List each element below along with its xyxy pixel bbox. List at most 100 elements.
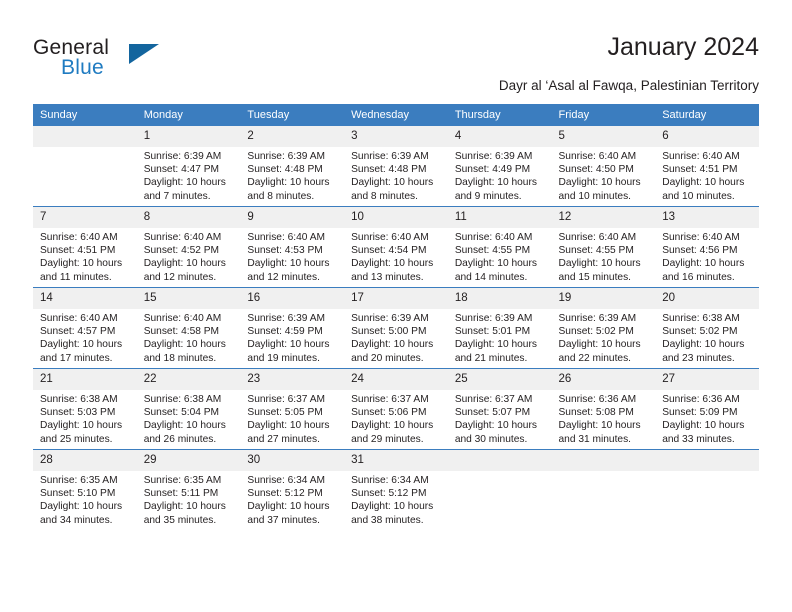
day-details: Sunrise: 6:39 AM Sunset: 4:59 PM Daylight:… (240, 309, 344, 365)
page-subtitle: Dayr al ‘Asal al Fawqa, Palestinian Terr… (498, 78, 759, 93)
sunrise-text: Sunrise: 6:34 AM (351, 475, 429, 486)
calendar-day-cell[interactable]: 7 Sunrise: 6:40 AM Sunset: 4:51 PM Daylight… (33, 206, 137, 288)
day-details: Sunrise: 6:37 AM Sunset: 5:07 PM Daylight:… (448, 390, 552, 446)
calendar-day-cell[interactable]: 30 Sunrise: 6:34 AM Sunset: 5:12 PM Dayligh… (240, 449, 345, 530)
sunset-text: Sunset: 4:50 PM (558, 164, 634, 176)
calendar-empty-cell (33, 126, 137, 207)
sunrise-text: Sunrise: 6:40 AM (558, 232, 637, 243)
daylight-text-line2: and 31 minutes. (558, 433, 632, 445)
day-number: 23 (240, 369, 345, 390)
calendar-day-cell[interactable]: 11 Sunrise: 6:40 AM Sunset: 4:55 PM Dayligh… (447, 206, 552, 288)
calendar-day-cell[interactable]: 19 Sunrise: 6:39 AM Sunset: 5:02 PM Dayligh… (551, 287, 656, 369)
calendar-day-cell[interactable]: 8 Sunrise: 6:40 AM Sunset: 4:52 PM Daylight… (136, 206, 241, 288)
day-details: Sunrise: 6:39 AM Sunset: 5:00 PM Daylight:… (344, 309, 448, 365)
calendar-page: General Blue January 2024 Dayr al ‘Asal … (0, 0, 792, 612)
sunset-text: Sunset: 5:10 PM (40, 488, 116, 500)
calendar-day-cell[interactable]: 5 Sunrise: 6:40 AM Sunset: 4:50 PM Daylight… (551, 126, 656, 207)
calendar-empty-cell (655, 449, 759, 530)
calendar-day-cell[interactable]: 4 Sunrise: 6:39 AM Sunset: 4:49 PM Daylight… (447, 126, 552, 207)
calendar-day-cell[interactable]: 12 Sunrise: 6:40 AM Sunset: 4:55 PM Dayligh… (551, 206, 656, 288)
day-details: Sunrise: 6:40 AM Sunset: 4:56 PM Daylight:… (655, 228, 759, 284)
calendar-day-cell[interactable]: 29 Sunrise: 6:35 AM Sunset: 5:11 PM Dayligh… (136, 449, 241, 530)
sunset-text: Sunset: 4:48 PM (351, 164, 427, 176)
daylight-text-line1: Daylight: 10 hours (351, 177, 434, 189)
calendar-day-cell[interactable]: 18 Sunrise: 6:39 AM Sunset: 5:01 PM Dayligh… (447, 287, 552, 369)
daylight-text-line2: and 13 minutes. (351, 271, 424, 283)
day-details: Sunrise: 6:40 AM Sunset: 4:53 PM Daylight:… (240, 228, 344, 284)
calendar-day-cell[interactable]: 21 Sunrise: 6:38 AM Sunset: 5:03 PM Dayligh… (33, 368, 137, 450)
calendar-day-cell[interactable]: 10 Sunrise: 6:40 AM Sunset: 4:54 PM Dayligh… (344, 206, 448, 288)
sunset-text: Sunset: 4:55 PM (454, 245, 531, 257)
calendar-day-cell[interactable]: 17 Sunrise: 6:39 AM Sunset: 5:00 PM Dayligh… (344, 287, 448, 369)
general-blue-logo: General Blue (33, 36, 163, 86)
calendar-day-cell[interactable]: 26 Sunrise: 6:36 AM Sunset: 5:08 PM Dayligh… (551, 368, 656, 450)
sunrise-text: Sunrise: 6:40 AM (662, 151, 740, 162)
day-details: Sunrise: 6:39 AM Sunset: 5:01 PM Daylight:… (448, 309, 552, 365)
calendar-week-row: 7 Sunrise: 6:40 AM Sunset: 4:51 PM Daylight… (33, 206, 759, 288)
calendar-day-cell[interactable]: 27 Sunrise: 6:36 AM Sunset: 5:09 PM Dayligh… (655, 368, 759, 450)
sunrise-text: Sunrise: 6:40 AM (40, 232, 118, 243)
calendar-day-cell[interactable]: 24 Sunrise: 6:37 AM Sunset: 5:06 PM Dayligh… (344, 368, 448, 450)
daylight-text-line1: Daylight: 10 hours (143, 258, 226, 270)
calendar-day-cell[interactable]: 9 Sunrise: 6:40 AM Sunset: 4:53 PM Daylight… (240, 206, 345, 288)
calendar-empty-cell (551, 449, 656, 530)
daylight-text-line1: Daylight: 10 hours (454, 177, 537, 189)
daylight-text-line1: Daylight: 10 hours (40, 420, 123, 432)
daylight-text-line2: and 10 minutes. (662, 190, 735, 202)
sunset-text: Sunset: 4:51 PM (40, 245, 116, 257)
sunset-text: Sunset: 4:57 PM (40, 326, 116, 338)
daylight-text-line1: Daylight: 10 hours (558, 258, 641, 270)
empty-day-header (447, 450, 552, 471)
sunset-text: Sunset: 4:58 PM (143, 326, 220, 338)
sunset-text: Sunset: 5:01 PM (454, 326, 531, 338)
daylight-text-line2: and 10 minutes. (558, 190, 632, 202)
day-number: 28 (33, 450, 137, 471)
day-number: 4 (447, 126, 552, 147)
calendar-day-cell[interactable]: 23 Sunrise: 6:37 AM Sunset: 5:05 PM Dayligh… (240, 368, 345, 450)
sunset-text: Sunset: 5:04 PM (143, 407, 220, 419)
daylight-text-line2: and 23 minutes. (662, 352, 735, 364)
sunset-text: Sunset: 4:47 PM (143, 164, 220, 176)
day-number: 18 (447, 288, 552, 309)
day-number: 15 (136, 288, 241, 309)
calendar-day-cell[interactable]: 6 Sunrise: 6:40 AM Sunset: 4:51 PM Daylight… (655, 126, 759, 207)
sunrise-text: Sunrise: 6:40 AM (247, 232, 325, 243)
day-number: 8 (136, 207, 241, 228)
day-number: 16 (240, 288, 345, 309)
daylight-text-line2: and 27 minutes. (247, 433, 320, 445)
day-details: Sunrise: 6:39 AM Sunset: 4:48 PM Daylight:… (344, 147, 448, 203)
day-number: 21 (33, 369, 137, 390)
daylight-text-line2: and 26 minutes. (143, 433, 217, 445)
sunset-text: Sunset: 5:03 PM (40, 407, 116, 419)
calendar-day-cell[interactable]: 15 Sunrise: 6:40 AM Sunset: 4:58 PM Dayligh… (136, 287, 241, 369)
sunrise-text: Sunrise: 6:37 AM (351, 394, 429, 405)
weekday-header-thursday: Thursday (447, 104, 552, 126)
sunset-text: Sunset: 4:54 PM (351, 245, 427, 257)
day-number: 24 (344, 369, 448, 390)
calendar-day-cell[interactable]: 3 Sunrise: 6:39 AM Sunset: 4:48 PM Daylight… (344, 126, 448, 207)
day-details: Sunrise: 6:38 AM Sunset: 5:03 PM Daylight:… (33, 390, 137, 446)
day-number: 25 (447, 369, 552, 390)
calendar-day-cell[interactable]: 25 Sunrise: 6:37 AM Sunset: 5:07 PM Dayligh… (447, 368, 552, 450)
day-details: Sunrise: 6:40 AM Sunset: 4:54 PM Daylight:… (344, 228, 448, 284)
sunset-text: Sunset: 5:09 PM (662, 407, 738, 419)
sunrise-text: Sunrise: 6:36 AM (558, 394, 637, 405)
sunrise-text: Sunrise: 6:35 AM (143, 475, 222, 486)
calendar-day-cell[interactable]: 20 Sunrise: 6:38 AM Sunset: 5:02 PM Dayligh… (655, 287, 759, 369)
sunset-text: Sunset: 4:48 PM (247, 164, 323, 176)
calendar-day-cell[interactable]: 1 Sunrise: 6:39 AM Sunset: 4:47 PM Daylight… (136, 126, 241, 207)
calendar-day-cell[interactable]: 16 Sunrise: 6:39 AM Sunset: 4:59 PM Dayligh… (240, 287, 345, 369)
calendar-day-cell[interactable]: 22 Sunrise: 6:38 AM Sunset: 5:04 PM Dayligh… (136, 368, 241, 450)
calendar-day-cell[interactable]: 2 Sunrise: 6:39 AM Sunset: 4:48 PM Daylight… (240, 126, 345, 207)
sunrise-text: Sunrise: 6:40 AM (351, 232, 429, 243)
calendar-day-cell[interactable]: 28 Sunrise: 6:35 AM Sunset: 5:10 PM Dayligh… (33, 449, 137, 530)
logo-triangle-icon (129, 44, 159, 64)
weekday-header-tuesday: Tuesday (240, 104, 345, 126)
sunrise-text: Sunrise: 6:39 AM (454, 313, 533, 324)
calendar-day-cell[interactable]: 14 Sunrise: 6:40 AM Sunset: 4:57 PM Dayligh… (33, 287, 137, 369)
daylight-text-line2: and 22 minutes. (558, 352, 632, 364)
calendar-day-cell[interactable]: 31 Sunrise: 6:34 AM Sunset: 5:12 PM Dayligh… (344, 449, 448, 530)
day-number: 11 (447, 207, 552, 228)
day-details: Sunrise: 6:35 AM Sunset: 5:10 PM Daylight:… (33, 471, 137, 527)
calendar-day-cell[interactable]: 13 Sunrise: 6:40 AM Sunset: 4:56 PM Dayligh… (655, 206, 759, 288)
